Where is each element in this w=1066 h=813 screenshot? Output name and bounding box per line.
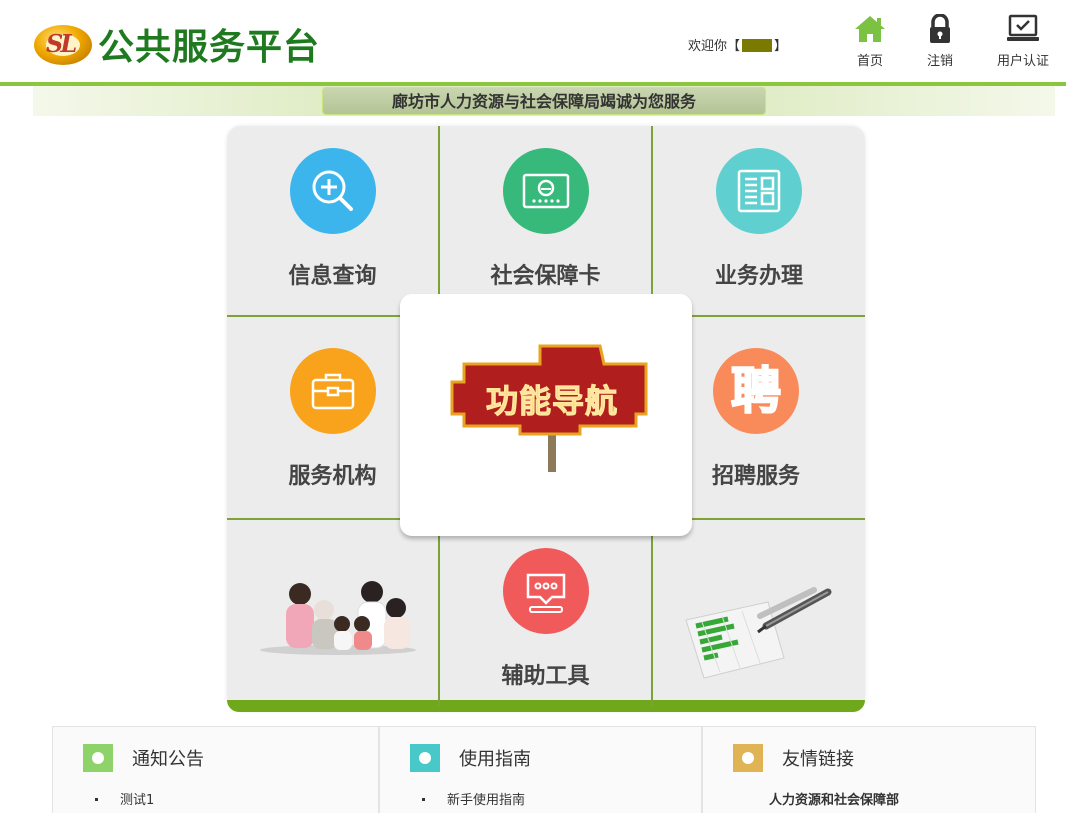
links-panel: 友情链接 人力资源和社会保障部 — [702, 726, 1036, 813]
tools-label: 辅助工具 — [501, 664, 590, 689]
notice-bullet-icon — [83, 744, 113, 772]
info-query-label: 信息查询 — [288, 264, 377, 289]
grid-divider — [692, 518, 865, 520]
family-illustration — [256, 572, 420, 656]
document-icon — [716, 148, 802, 234]
navigation-sign-text: 功能导航 — [485, 382, 618, 421]
guide-bullet-icon — [410, 744, 440, 772]
links-item-text[interactable]: 人力资源和社会保障部 — [769, 793, 899, 808]
recruit-icon-glyph: 聘 — [730, 362, 782, 420]
slogan-banner: 廊坊市人力资源与社会保障局竭诚为您服务 — [322, 87, 766, 115]
info-query-tile[interactable]: 信息查询 — [227, 148, 438, 290]
chat-icon — [502, 548, 589, 634]
card-icon — [502, 148, 589, 234]
grid-divider — [651, 536, 653, 706]
logo-emblem-icon: SL — [32, 21, 96, 67]
guide-panel: 使用指南 新手使用指南 — [379, 726, 702, 813]
site-logo[interactable]: SL 公共服务平台 — [32, 18, 320, 70]
user-auth-button[interactable]: 用户认证 — [993, 14, 1053, 72]
welcome-suffix: 】 — [774, 39, 788, 54]
notice-panel: 通知公告 测试1 — [52, 726, 379, 813]
search-icon — [289, 148, 376, 234]
home-button[interactable]: 首页 — [840, 14, 900, 72]
notice-list-item[interactable]: 测试1 — [95, 789, 154, 808]
header: SL 公共服务平台 欢迎你【 】 首页 注销 用户认证 — [0, 0, 1066, 86]
grid-bottom-bar — [227, 700, 865, 712]
function-navigation-center: 功能导航 — [400, 294, 692, 536]
welcome-text: 欢迎你【 】 — [688, 35, 787, 54]
guide-title[interactable]: 使用指南 — [459, 745, 531, 771]
recruit-icon: 聘 — [713, 348, 799, 434]
ss-card-label: 社会保障卡 — [490, 264, 601, 289]
site-title: 公共服务平台 — [98, 27, 321, 68]
grid-divider — [692, 315, 865, 317]
grid-divider — [227, 518, 400, 520]
spreadsheet-illustration — [682, 586, 834, 680]
spreadsheet-pen-icon — [685, 587, 832, 679]
home-icon — [855, 16, 885, 42]
grid-divider — [227, 315, 400, 317]
briefcase-icon — [289, 348, 376, 434]
home-label: 首页 — [856, 54, 883, 69]
welcome-prefix: 欢迎你【 — [688, 39, 741, 54]
business-label: 业务办理 — [714, 264, 803, 289]
links-title[interactable]: 友情链接 — [782, 745, 854, 771]
guide-item-text[interactable]: 新手使用指南 — [447, 793, 525, 808]
logo-emblem-text: SL — [46, 29, 77, 58]
business-tile[interactable]: 业务办理 — [653, 148, 865, 290]
username-redacted — [742, 39, 773, 52]
guide-list-item[interactable]: 新手使用指南 — [422, 789, 525, 808]
notice-title[interactable]: 通知公告 — [132, 745, 204, 771]
lock-icon — [930, 14, 950, 43]
ss-card-tile[interactable]: 社会保障卡 — [440, 148, 651, 290]
family-photo-icon — [260, 581, 416, 655]
logout-label: 注销 — [926, 54, 953, 69]
user-auth-label: 用户认证 — [996, 54, 1049, 69]
tools-tile[interactable]: 辅助工具 — [440, 548, 651, 690]
laptop-check-icon — [1007, 14, 1039, 41]
links-bullet-icon — [733, 744, 763, 772]
links-list-item[interactable]: 人力资源和社会保障部 — [769, 789, 899, 808]
notice-item-text[interactable]: 测试1 — [120, 793, 154, 808]
logout-button[interactable]: 注销 — [910, 14, 970, 72]
